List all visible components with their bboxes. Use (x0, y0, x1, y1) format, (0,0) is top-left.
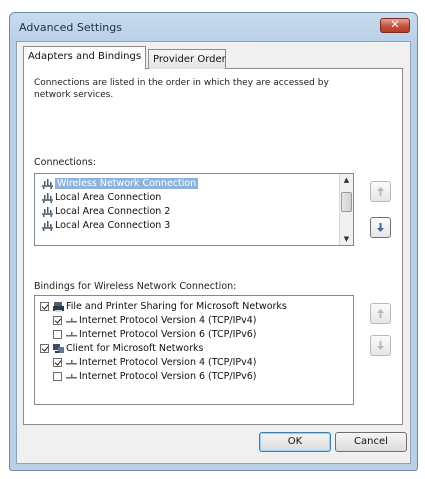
move-connection-down-button[interactable] (370, 217, 391, 238)
binding-item-client-networks[interactable]: Client for Microsoft Networks (40, 342, 353, 356)
connections-list[interactable]: Wireless Network Connection Local Area C… (34, 173, 354, 246)
binding-checkbox[interactable] (40, 344, 49, 353)
network-adapter-icon (42, 220, 53, 231)
connection-item-wireless[interactable]: Wireless Network Connection (41, 177, 353, 191)
cancel-button[interactable]: Cancel (335, 432, 407, 452)
move-up-arrow-icon (377, 309, 384, 318)
tab-provider-order[interactable]: Provider Order (148, 49, 226, 69)
binding-checkbox[interactable] (53, 372, 62, 381)
move-down-arrow-icon (377, 341, 384, 350)
connection-item-label: Local Area Connection (55, 192, 162, 203)
move-down-arrow-icon (377, 223, 384, 232)
binding-checkbox[interactable] (53, 358, 62, 367)
binding-checkbox[interactable] (53, 330, 62, 339)
ok-button[interactable]: OK (259, 432, 331, 452)
connection-item-label: Local Area Connection 2 (55, 206, 171, 217)
network-adapter-icon (42, 206, 53, 217)
protocol-icon (66, 359, 77, 364)
binding-checkbox[interactable] (40, 302, 49, 311)
tab-panel: Connections are listed in the order in w… (23, 68, 403, 425)
window-title: Advanced Settings (19, 21, 122, 34)
bindings-label: Bindings for Wireless Network Connection… (34, 281, 237, 292)
binding-item-ipv6-client[interactable]: Internet Protocol Version 6 (TCP/IPv6) (40, 370, 353, 384)
protocol-icon (66, 317, 77, 322)
binding-item-ipv4-sharing[interactable]: Internet Protocol Version 4 (TCP/IPv4) (40, 314, 353, 328)
close-icon: ✕ (390, 18, 400, 31)
binding-item-label: Internet Protocol Version 6 (TCP/IPv6) (79, 371, 257, 382)
scroll-up-arrow-icon[interactable]: ▲ (340, 174, 353, 186)
connection-item-label: Local Area Connection 3 (55, 220, 171, 231)
binding-checkbox[interactable] (53, 316, 62, 325)
move-connection-up-button[interactable] (370, 181, 391, 202)
connection-item-local-1[interactable]: Local Area Connection (41, 191, 353, 205)
network-adapter-icon (42, 178, 53, 189)
connections-label: Connections: (34, 157, 96, 168)
bindings-list[interactable]: File and Printer Sharing for Microsoft N… (34, 295, 354, 405)
printer-share-icon (53, 301, 64, 312)
binding-item-label: Internet Protocol Version 4 (TCP/IPv4) (79, 315, 257, 326)
binding-item-ipv4-client[interactable]: Internet Protocol Version 4 (TCP/IPv4) (40, 356, 353, 370)
scrollbar-thumb[interactable] (341, 192, 352, 212)
binding-item-file-printer-sharing[interactable]: File and Printer Sharing for Microsoft N… (40, 300, 353, 314)
move-binding-down-button[interactable] (370, 335, 391, 356)
binding-item-ipv6-sharing[interactable]: Internet Protocol Version 6 (TCP/IPv6) (40, 328, 353, 342)
connections-scrollbar[interactable]: ▲ ▼ (339, 174, 353, 245)
scroll-down-arrow-icon[interactable]: ▼ (340, 233, 353, 245)
connection-item-local-3[interactable]: Local Area Connection 3 (41, 219, 353, 233)
tab-adapters-and-bindings[interactable]: Adapters and Bindings (23, 46, 147, 69)
close-button[interactable]: ✕ (380, 18, 410, 33)
connection-item-label: Wireless Network Connection (55, 178, 199, 189)
binding-item-label: Internet Protocol Version 4 (TCP/IPv4) (79, 357, 257, 368)
binding-item-label: Client for Microsoft Networks (66, 343, 204, 354)
network-adapter-icon (42, 192, 53, 203)
connection-item-local-2[interactable]: Local Area Connection 2 (41, 205, 353, 219)
protocol-icon (66, 373, 77, 378)
network-client-icon (53, 343, 64, 353)
binding-item-label: Internet Protocol Version 6 (TCP/IPv6) (79, 329, 257, 340)
connections-description: Connections are listed in the order in w… (34, 78, 329, 100)
dialog-client-area: Adapters and Bindings Provider Order Con… (16, 41, 411, 464)
title-bar[interactable]: Advanced Settings ✕ (10, 13, 417, 41)
advanced-settings-dialog: Advanced Settings ✕ Adapters and Binding… (9, 12, 418, 471)
binding-item-label: File and Printer Sharing for Microsoft N… (66, 301, 287, 312)
move-binding-up-button[interactable] (370, 303, 391, 324)
protocol-icon (66, 331, 77, 336)
move-up-arrow-icon (377, 187, 384, 196)
